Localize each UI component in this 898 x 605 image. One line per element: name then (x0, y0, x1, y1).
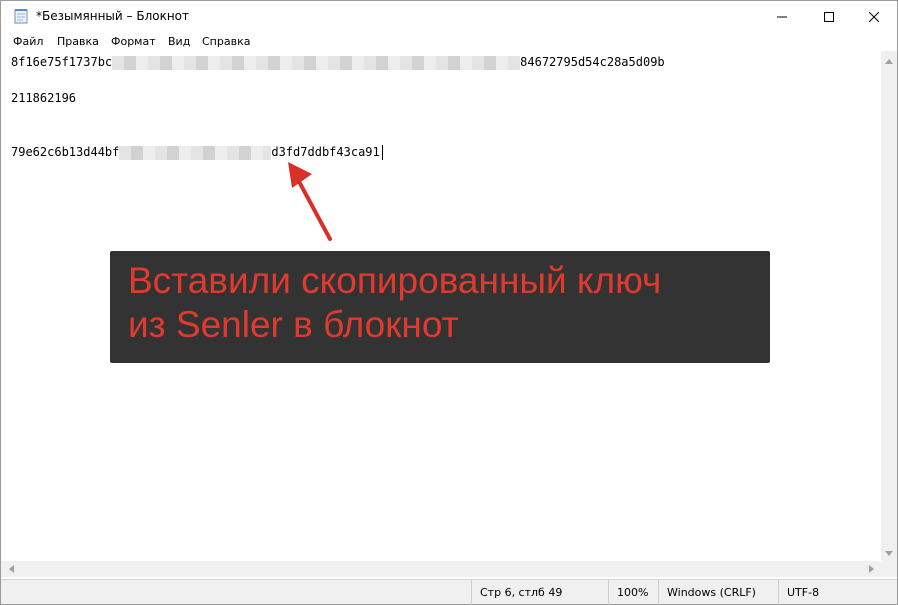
text-line-3: 79e62c6b13d44bf d3fd7ddbf43ca91 (11, 143, 383, 161)
scroll-down-icon[interactable] (881, 545, 897, 561)
menu-format[interactable]: Формат (111, 35, 156, 48)
scroll-up-icon[interactable] (881, 53, 897, 69)
menu-view[interactable]: Вид (168, 35, 190, 48)
minimize-button[interactable] (759, 1, 805, 32)
status-cursor-position: Стр 6, стлб 49 (471, 580, 617, 605)
menu-edit[interactable]: Правка (57, 35, 99, 48)
annotation-callout: Вставили скопированный ключ из Senler в … (110, 251, 770, 363)
status-zoom: 100% (608, 580, 658, 605)
minimize-icon (777, 16, 787, 17)
text-caret (381, 145, 383, 160)
key-part-end: 84672795d54c28a5d09b (520, 55, 665, 69)
horizontal-scrollbar[interactable] (1, 561, 881, 577)
annotation-text-line-2: из Senler в блокнот (128, 304, 459, 345)
key-part-end: d3fd7ddbf43ca91 (271, 145, 380, 159)
notepad-icon (14, 8, 28, 24)
close-button[interactable] (851, 1, 897, 32)
vertical-scrollbar[interactable] (881, 51, 897, 577)
annotation-text-line-1: Вставили скопированный ключ (128, 260, 662, 301)
annotation-arrow-icon (288, 162, 332, 241)
scrollbar-corner (881, 561, 897, 577)
title-bar[interactable]: *Безымянный – Блокнот (1, 1, 897, 32)
scroll-right-icon[interactable] (863, 561, 879, 577)
key-part-start: 8f16e75f1737bc (11, 55, 113, 69)
menu-file[interactable]: Файл (13, 35, 43, 48)
maximize-icon (824, 11, 834, 22)
maximize-button[interactable] (806, 1, 852, 32)
status-line-ending: Windows (CRLF) (658, 580, 778, 605)
window-title: *Безымянный – Блокнот (36, 9, 190, 23)
status-encoding: UTF-8 (778, 580, 895, 605)
redacted-block (119, 145, 272, 160)
scroll-left-icon[interactable] (3, 561, 19, 577)
key-part-start: 79e62c6b13d44bf (11, 145, 120, 159)
menu-help[interactable]: Справка (202, 35, 250, 48)
text-line-1: 8f16e75f1737bc 84672795d54c28a5d09b (11, 53, 665, 71)
redacted-block (112, 55, 521, 70)
menu-bar: Файл Правка Формат Вид Справка (1, 32, 897, 51)
text-line-2: 211862196 (11, 91, 77, 105)
close-icon (869, 11, 879, 22)
status-bar: Стр 6, стлб 49 100% Windows (CRLF) UTF-8 (1, 579, 897, 605)
